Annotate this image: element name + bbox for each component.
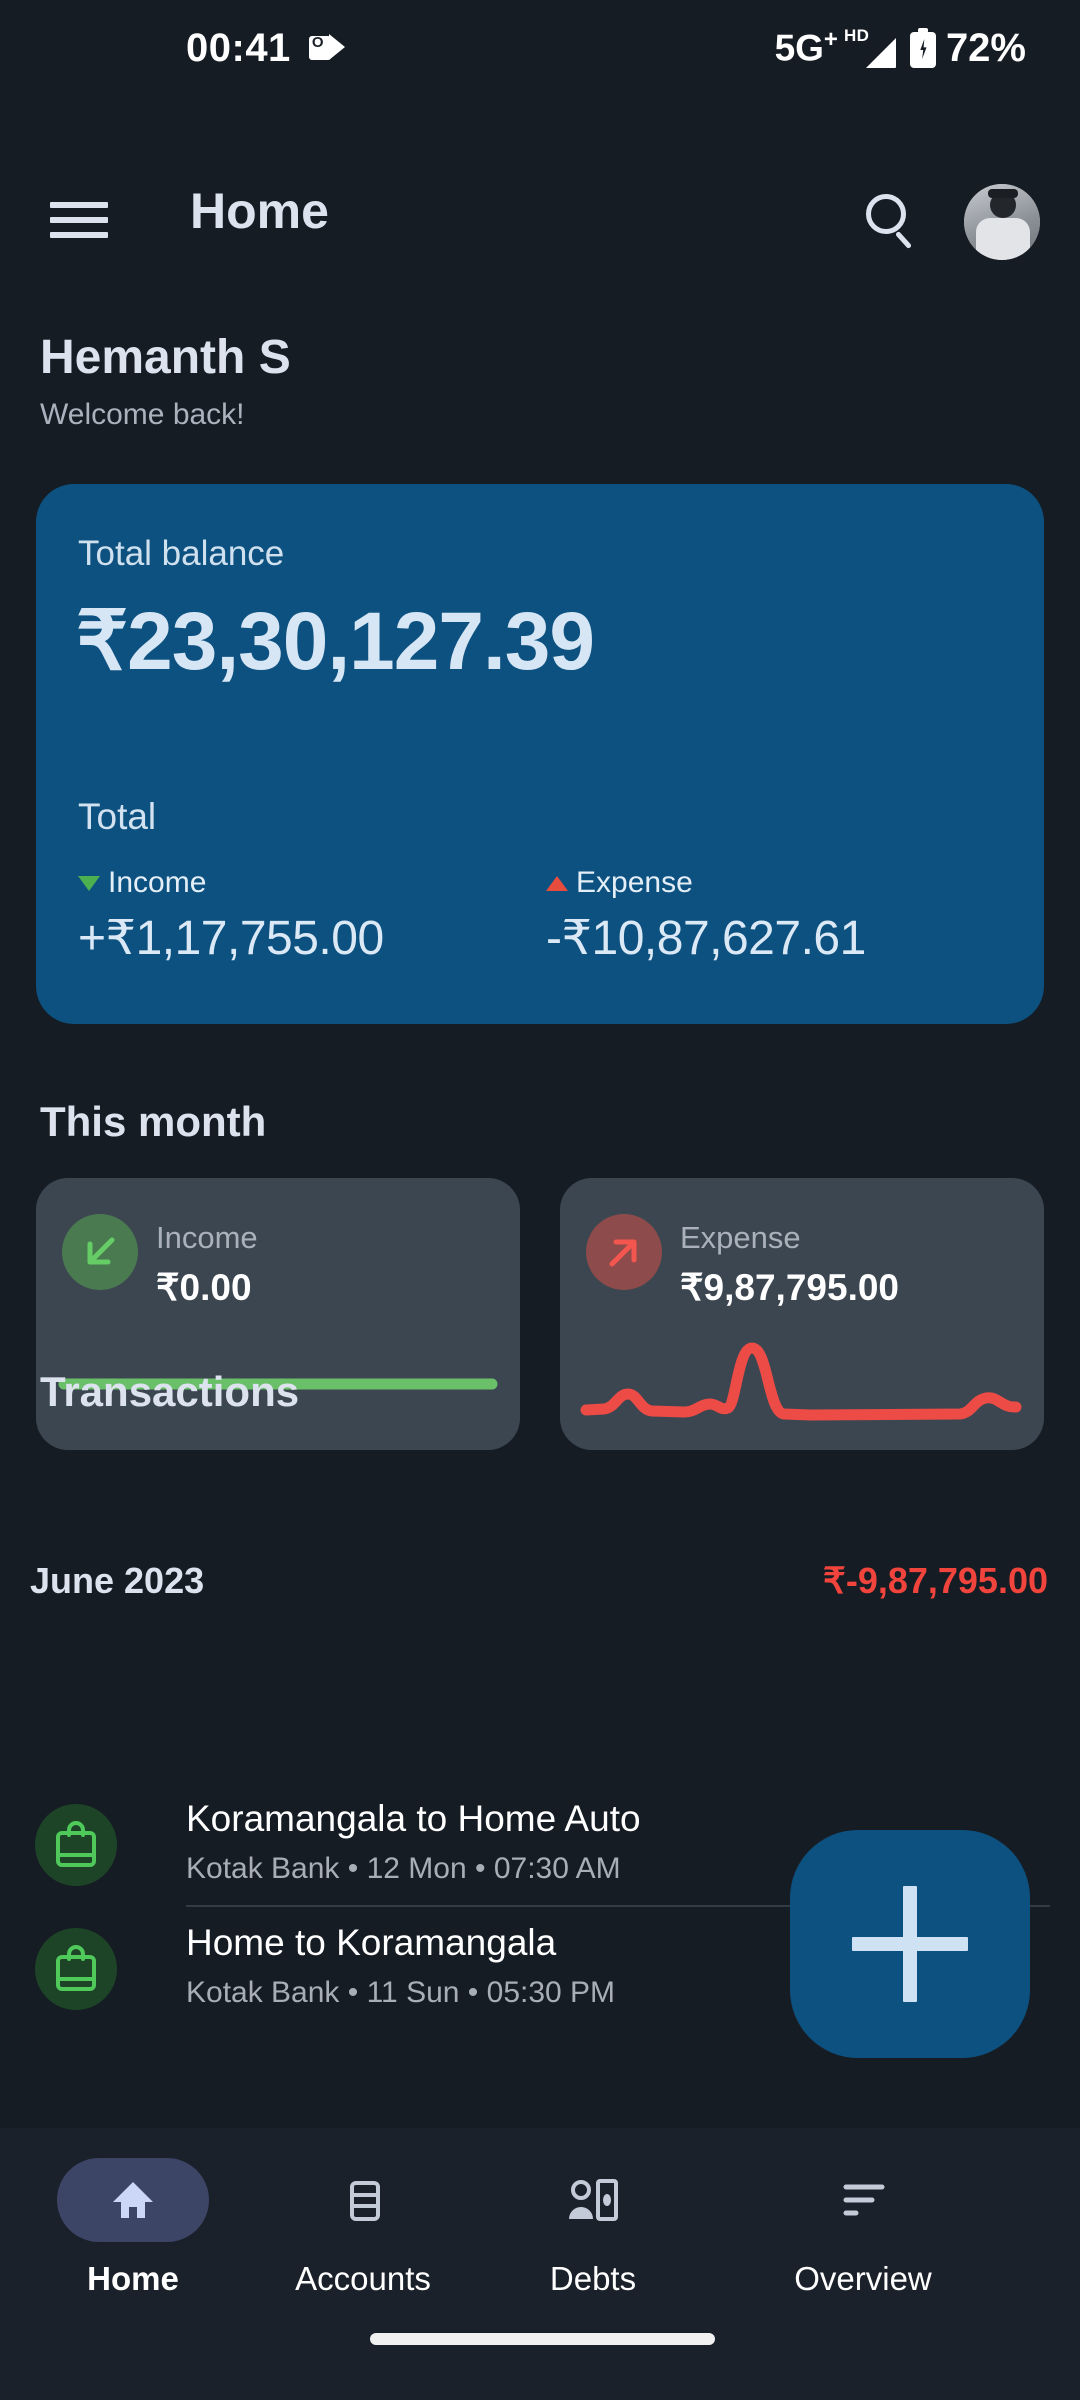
this-month-expense-value: ₹9,87,795.00 <box>680 1267 900 1308</box>
hamburger-menu-icon[interactable] <box>50 198 108 242</box>
shopping-bag-icon <box>35 1928 117 2010</box>
total-label: Total <box>78 796 157 837</box>
expense-amount: -₹10,87,627.61 <box>546 912 866 965</box>
transaction-meta: Kotak Bank • 12 Mon • 07:30 AM <box>186 1852 621 1885</box>
this-month-income-value: ₹0.00 <box>156 1267 252 1308</box>
bar-chart-icon <box>787 2158 939 2242</box>
shopping-bag-icon <box>35 1804 117 1886</box>
battery-charging-icon <box>909 28 936 68</box>
arrow-up-right-icon <box>586 1214 662 1290</box>
add-transaction-fab[interactable] <box>790 1830 1030 2058</box>
total-balance-card[interactable]: Total balance ₹23,30,127.39 Total Income… <box>36 484 1044 1024</box>
total-balance-amount: ₹23,30,127.39 <box>76 596 595 687</box>
arrow-down-left-icon <box>62 1214 138 1290</box>
home-icon <box>57 2158 209 2242</box>
expense-caption: Expense <box>546 866 866 900</box>
gesture-navigation-bar[interactable] <box>370 2333 715 2345</box>
network-type-label: 5G+ <box>774 26 838 69</box>
total-balance-label: Total balance <box>78 534 285 573</box>
status-bar-left: 00:41 <box>186 26 345 71</box>
person-money-icon <box>517 2158 669 2242</box>
nav-item-overview[interactable]: Overview <box>708 2158 1018 2308</box>
app-bar: Home <box>0 160 1080 290</box>
page-title: Home <box>190 183 329 239</box>
income-amount: +₹1,17,755.00 <box>78 912 384 965</box>
nav-item-debts[interactable]: Debts <box>478 2158 708 2308</box>
transaction-meta: Kotak Bank • 11 Sun • 05:30 PM <box>186 1976 616 2009</box>
welcome-subtitle: Welcome back! <box>40 398 245 431</box>
app-screen: 00:41 5G+ HD 72% Home <box>0 0 1080 2400</box>
expense-label: Expense <box>576 866 693 899</box>
nav-item-home[interactable]: Home <box>18 2158 248 2308</box>
outlook-icon <box>308 32 345 64</box>
month-label: June 2023 <box>30 1560 205 1601</box>
income-label: Income <box>108 866 207 899</box>
nav-label-accounts: Accounts <box>295 2260 431 2297</box>
income-caption: Income <box>78 866 384 900</box>
total-expense-block: Expense -₹10,87,627.61 <box>546 866 866 966</box>
user-name: Hemanth S <box>40 331 291 384</box>
transaction-name: Koramangala to Home Auto <box>186 1798 641 1839</box>
transactions-month-header: June 2023 ₹-9,87,795.00 <box>0 1560 1080 1616</box>
total-income-block: Income +₹1,17,755.00 <box>78 866 384 966</box>
signal-strength-icon: HD <box>844 26 926 70</box>
this-month-expense-label: Expense <box>680 1220 801 1255</box>
triangle-up-icon <box>546 875 568 891</box>
status-bar: 00:41 5G+ HD 72% <box>0 0 1080 96</box>
transactions-title: Transactions <box>40 1368 300 1415</box>
status-bar-right: 5G+ HD 72% <box>775 26 1026 71</box>
this-month-income-label: Income <box>156 1220 258 1255</box>
triangle-down-icon <box>78 875 100 891</box>
month-total-amount: ₹-9,87,795.00 <box>822 1560 1048 1601</box>
expense-sparkline-chart <box>580 1342 1022 1421</box>
transaction-name: Home to Koramangala <box>186 1922 557 1963</box>
avatar[interactable] <box>964 184 1040 260</box>
bottom-navigation-bar: Home Accounts Debts Overview <box>0 2128 1080 2400</box>
battery-percent-label: 72% <box>945 25 1026 70</box>
this-month-expense-card[interactable]: Expense ₹9,87,795.00 <box>560 1178 1044 1450</box>
search-icon[interactable] <box>862 192 920 250</box>
nav-item-accounts[interactable]: Accounts <box>248 2158 478 2308</box>
status-time: 00:41 <box>186 25 291 70</box>
credit-card-icon <box>287 2158 439 2242</box>
nav-label-debts: Debts <box>549 2260 637 2297</box>
nav-label-home: Home <box>87 2260 179 2297</box>
this-month-title: This month <box>40 1098 267 1145</box>
nav-label-overview: Overview <box>794 2260 932 2297</box>
